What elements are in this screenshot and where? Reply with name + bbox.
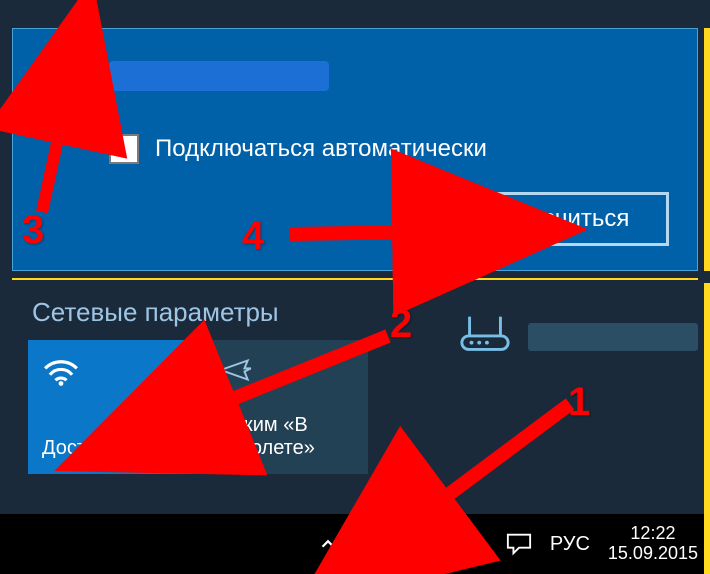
wifi-tile[interactable]: Доступно bbox=[28, 340, 194, 474]
language-indicator[interactable]: РУС bbox=[550, 533, 590, 556]
wifi-star-prefix: * bbox=[405, 531, 414, 557]
connect-button-label: Подключиться bbox=[469, 205, 630, 233]
device-name bbox=[528, 323, 698, 351]
clock[interactable]: 12:22 15.09.2015 bbox=[608, 524, 698, 564]
annotation-2: 2 bbox=[390, 302, 412, 347]
airplane-mode-tile[interactable]: Режим «В самолете» bbox=[202, 340, 368, 474]
battery-icon[interactable] bbox=[357, 534, 387, 554]
network-name bbox=[109, 61, 329, 91]
taskbar: * РУС 12:22 15.09.2015 bbox=[0, 514, 710, 574]
device-entry[interactable] bbox=[458, 312, 698, 361]
network-entry[interactable] bbox=[13, 29, 697, 106]
annotation-1: 1 bbox=[568, 380, 590, 425]
wifi-icon bbox=[42, 354, 180, 391]
volume-icon[interactable] bbox=[462, 532, 488, 556]
auto-connect-row[interactable]: Подключаться автоматически bbox=[13, 134, 697, 164]
highlight-bar bbox=[704, 28, 710, 271]
tray-overflow-chevron-icon[interactable] bbox=[317, 533, 339, 555]
wifi-icon bbox=[33, 57, 109, 106]
auto-connect-label: Подключаться автоматически bbox=[155, 135, 487, 163]
highlight-divider bbox=[12, 278, 698, 280]
action-center-icon[interactable] bbox=[506, 532, 532, 556]
annotation-4: 4 bbox=[242, 214, 264, 259]
annotation-3: 3 bbox=[22, 208, 44, 253]
airplane-tile-label: Режим «В самолете» bbox=[216, 414, 354, 460]
wifi-tile-label: Доступно bbox=[42, 437, 180, 460]
network-flyout-top: Подключаться автоматически Подключиться bbox=[12, 28, 698, 271]
clock-time: 12:22 bbox=[608, 524, 698, 544]
clock-date: 15.09.2015 bbox=[608, 544, 698, 564]
auto-connect-checkbox[interactable] bbox=[109, 134, 139, 164]
network-tray-icon[interactable]: * bbox=[405, 531, 444, 557]
router-icon bbox=[458, 312, 512, 361]
connect-button[interactable]: Подключиться bbox=[429, 192, 669, 246]
airplane-icon bbox=[216, 354, 354, 391]
highlight-bar bbox=[704, 283, 710, 574]
